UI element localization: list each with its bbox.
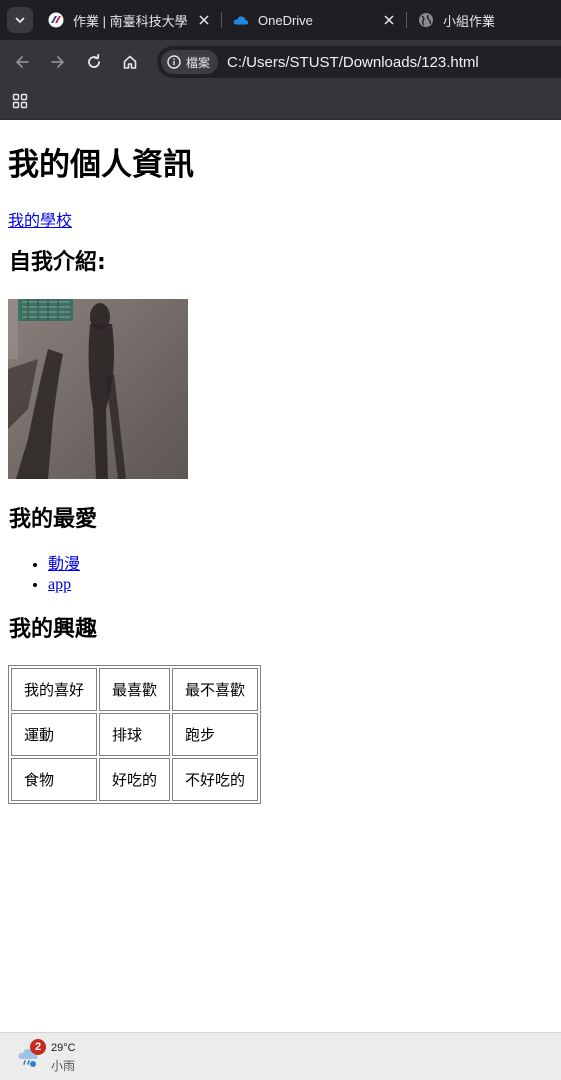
home-icon	[123, 55, 137, 69]
weather-condition: 小雨	[51, 1059, 76, 1073]
close-tab-icon[interactable]	[197, 13, 211, 27]
home-button[interactable]	[118, 50, 142, 74]
arrow-left-icon	[16, 56, 29, 68]
tab-title: OneDrive	[258, 12, 313, 28]
browser-toolbar: 檔案 C:/Users/STUST/Downloads/123.html	[0, 40, 561, 84]
reload-button[interactable]	[82, 50, 106, 74]
table-cell: 最不喜歡	[172, 668, 259, 711]
list-item: app	[48, 575, 80, 595]
table-cell: 不好吃的	[172, 758, 259, 801]
weather-temperature: 29°C	[51, 1042, 76, 1054]
onedrive-cloud-icon	[233, 12, 249, 28]
page-content: 我的個人資訊 我的學校 自我介紹: 我的最愛 動漫	[8, 121, 561, 804]
address-bar[interactable]: 檔案 C:/Users/STUST/Downloads/123.html	[157, 46, 561, 78]
forward-button[interactable]	[46, 50, 70, 74]
table-cell: 食物	[11, 758, 98, 801]
school-favicon	[48, 12, 64, 28]
hobby-table: 我的喜好 最喜歡 最不喜歡 運動 排球 跑步 食物 好吃的 不好吃的	[8, 665, 262, 804]
favorites-heading: 我的最愛	[9, 507, 98, 532]
list-item: 動漫	[48, 555, 80, 575]
site-info-chip[interactable]: 檔案	[161, 50, 219, 74]
url-text[interactable]: C:/Users/STUST/Downloads/123.html	[227, 54, 479, 71]
globe-icon	[418, 12, 434, 28]
table-row: 我的喜好 最喜歡 最不喜歡	[11, 668, 259, 711]
back-button[interactable]	[10, 50, 34, 74]
close-tab-icon[interactable]	[382, 13, 396, 27]
bookmarks-bar	[0, 84, 561, 120]
table-cell: 好吃的	[99, 758, 171, 801]
tab-homework[interactable]: 作業 | 南臺科技大學 F	[48, 4, 218, 36]
tab-title: 小組作業	[443, 13, 496, 29]
arrow-right-icon	[51, 56, 64, 68]
chevron-down-icon	[15, 17, 25, 24]
favorite-link-app[interactable]: app	[48, 576, 71, 593]
page-title: 我的個人資訊	[8, 147, 194, 183]
taskbar: 2 29°C 小雨	[0, 1032, 561, 1080]
table-cell: 排球	[99, 713, 171, 756]
school-link[interactable]: 我的學校	[8, 207, 72, 231]
table-cell: 跑步	[172, 713, 259, 756]
intro-heading: 自我介紹:	[9, 250, 106, 275]
notification-badge: 2	[30, 1039, 46, 1055]
table-row: 運動 排球 跑步	[11, 713, 259, 756]
table-cell: 我的喜好	[11, 668, 98, 711]
favorites-list: 動漫 app	[8, 555, 80, 595]
info-icon	[167, 55, 181, 69]
tab-group-work[interactable]: 小組作業	[418, 4, 561, 36]
tab-search-button[interactable]	[7, 7, 33, 33]
apps-grid-icon[interactable]	[12, 93, 28, 114]
table-cell: 最喜歡	[99, 668, 171, 711]
tab-separator	[406, 12, 407, 28]
tab-separator	[221, 12, 222, 28]
tab-onedrive[interactable]: OneDrive	[233, 4, 403, 36]
profile-photo	[8, 299, 188, 479]
chip-label: 檔案	[186, 55, 211, 70]
favorite-link-anime[interactable]: 動漫	[48, 556, 80, 573]
tab-strip: 作業 | 南臺科技大學 F OneDrive 小組作業	[0, 0, 561, 40]
table-row: 食物 好吃的 不好吃的	[11, 758, 259, 801]
table-cell: 運動	[11, 713, 98, 756]
tab-title: 作業 | 南臺科技大學 F	[73, 13, 188, 29]
hobby-heading: 我的興趣	[9, 617, 98, 642]
reload-icon	[88, 54, 100, 68]
